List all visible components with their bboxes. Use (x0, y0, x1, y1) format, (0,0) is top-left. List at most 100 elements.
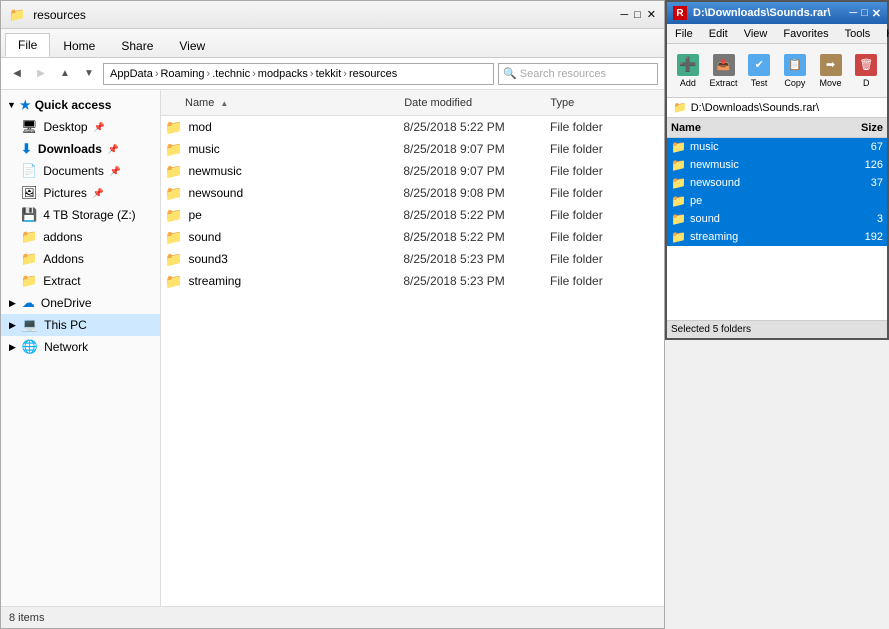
chevron-thispc-icon: ▶ (9, 320, 16, 331)
close-button[interactable]: ✕ (647, 8, 656, 21)
winrar-file-list: 📁 music 67 📁 newmusic 126 📁 newsound 37 … (667, 138, 887, 320)
sidebar-item-storage[interactable]: 💾 4 TB Storage (Z:) (1, 204, 160, 226)
address-path-bar[interactable]: AppData › Roaming › .technic › modpacks … (103, 63, 494, 85)
storage-label: 4 TB Storage (Z:) (43, 208, 135, 222)
table-row[interactable]: 📁 newsound 8/25/2018 9:08 PM File folder (161, 182, 664, 204)
folder-icon: 📁 (165, 251, 182, 268)
tab-file[interactable]: File (5, 33, 50, 57)
sidebar-item-documents[interactable]: 📄 Documents 📌 (1, 160, 160, 182)
file-type: File folder (550, 164, 660, 178)
wr-file-name-text: sound (690, 213, 720, 225)
col-header-type[interactable]: Type (550, 97, 660, 109)
sidebar-item-quick-access[interactable]: ▼ ★ Quick access (1, 94, 160, 116)
pictures-label: Pictures (44, 186, 87, 200)
table-row[interactable]: 📁 music 8/25/2018 9:07 PM File folder (161, 138, 664, 160)
network-label: Network (44, 340, 88, 354)
sidebar-item-onedrive[interactable]: ▶ ☁ OneDrive (1, 292, 160, 314)
path-tekkit: tekkit (316, 68, 342, 80)
table-row[interactable]: 📁 sound3 8/25/2018 5:23 PM File folder (161, 248, 664, 270)
folder-icon: 📁 (165, 141, 182, 158)
col-header-date[interactable]: Date modified (404, 97, 550, 109)
list-item[interactable]: 📁 pe (667, 192, 887, 210)
winrar-menu-tools[interactable]: Tools (837, 26, 879, 42)
sidebar-item-addons1[interactable]: 📁 addons (1, 226, 160, 248)
wr-folder-icon: 📁 (671, 194, 686, 208)
test-label: Test (751, 78, 768, 88)
sidebar-item-downloads[interactable]: ⬇ Downloads 📌 (1, 138, 160, 160)
list-item[interactable]: 📁 newmusic 126 (667, 156, 887, 174)
winrar-menu-file[interactable]: File (667, 26, 701, 42)
file-list-header: Name ▲ Date modified Type (161, 90, 664, 116)
table-row[interactable]: 📁 pe 8/25/2018 5:22 PM File folder (161, 204, 664, 226)
maximize-button[interactable]: □ (634, 8, 641, 21)
sidebar-item-this-pc[interactable]: ▶ 💻 This PC (1, 314, 160, 336)
pin-icon: 📌 (94, 122, 105, 133)
table-row[interactable]: 📁 sound 8/25/2018 5:22 PM File folder (161, 226, 664, 248)
tab-home[interactable]: Home (50, 34, 108, 57)
file-name-text: sound (188, 230, 221, 244)
status-bar: 8 items (1, 606, 664, 628)
file-type: File folder (550, 142, 660, 156)
table-row[interactable]: 📁 newmusic 8/25/2018 9:07 PM File folder (161, 160, 664, 182)
extract-icon: 📤 (713, 54, 735, 76)
list-item[interactable]: 📁 streaming 192 (667, 228, 887, 246)
quick-access-label: Quick access (35, 98, 112, 112)
file-date: 8/25/2018 9:07 PM (403, 142, 550, 156)
search-bar[interactable]: 🔍 Search resources (498, 63, 658, 85)
sidebar: ▼ ★ Quick access 🖥 Desktop 📌 ⬇ Downloads… (1, 90, 161, 606)
tab-share[interactable]: Share (108, 34, 166, 57)
file-name-text: sound3 (188, 252, 227, 266)
path-appdata: AppData (110, 68, 153, 80)
file-name-text: newsound (188, 186, 243, 200)
recent-button[interactable]: ▼ (79, 64, 99, 84)
sidebar-item-pictures[interactable]: 🖼 Pictures 📌 (1, 182, 160, 204)
forward-button[interactable]: ▶ (31, 64, 51, 84)
downloads-label: Downloads (38, 142, 102, 156)
folder-icon-addons1: 📁 (21, 229, 37, 245)
winrar-delete-button[interactable]: 🗑 D (849, 48, 883, 94)
winrar-add-button[interactable]: ➕ Add (671, 48, 705, 94)
up-button[interactable]: ▲ (55, 64, 75, 84)
sort-arrow: ▲ (220, 99, 228, 108)
onedrive-label: OneDrive (41, 296, 92, 310)
wr-file-name-text: streaming (690, 231, 738, 243)
pin-icon3: 📌 (110, 166, 121, 177)
wr-file-size: 37 (823, 177, 883, 189)
sidebar-item-extract[interactable]: 📁 Extract (1, 270, 160, 292)
winrar-copy-button[interactable]: 📋 Copy (778, 48, 812, 94)
winrar-close-btn[interactable]: ✕ (872, 7, 881, 20)
winrar-test-button[interactable]: ✔ Test (742, 48, 776, 94)
sidebar-item-network[interactable]: ▶ 🌐 Network (1, 336, 160, 358)
list-item[interactable]: 📁 newsound 37 (667, 174, 887, 192)
table-row[interactable]: 📁 streaming 8/25/2018 5:23 PM File folde… (161, 270, 664, 292)
file-type: File folder (550, 186, 660, 200)
winrar-menu-favorites[interactable]: Favorites (775, 26, 836, 42)
winrar-extract-button[interactable]: 📤 Extract (707, 48, 741, 94)
winrar-move-button[interactable]: ➡ Move (814, 48, 848, 94)
winrar-status-text: Selected 5 folders (671, 324, 751, 335)
folder-icon-extract: 📁 (21, 273, 37, 289)
sidebar-item-addons2[interactable]: 📁 Addons (1, 248, 160, 270)
table-row[interactable]: 📁 mod 8/25/2018 5:22 PM File folder (161, 116, 664, 138)
file-name-text: pe (188, 208, 201, 222)
wr-file-size: 192 (823, 231, 883, 243)
winrar-title-text: D:\Downloads\Sounds.rar\ (693, 7, 831, 19)
back-button[interactable]: ◀ (7, 64, 27, 84)
tab-view[interactable]: View (166, 34, 218, 57)
add-icon: ➕ (677, 54, 699, 76)
list-item[interactable]: 📁 sound 3 (667, 210, 887, 228)
minimize-button[interactable]: ─ (620, 8, 628, 21)
ribbon: File Home Share View (1, 29, 664, 58)
folder-icon: 📁 (165, 119, 182, 136)
winrar-minimize-btn[interactable]: ─ (849, 7, 857, 19)
list-item[interactable]: 📁 music 67 (667, 138, 887, 156)
winrar-menu-view[interactable]: View (736, 26, 776, 42)
file-date: 8/25/2018 5:22 PM (403, 230, 550, 244)
winrar-menu-help[interactable]: Help (878, 26, 889, 42)
file-type: File folder (550, 274, 660, 288)
winrar-menu-edit[interactable]: Edit (701, 26, 736, 42)
sidebar-item-desktop[interactable]: 🖥 Desktop 📌 (1, 116, 160, 138)
winrar-maximize-btn[interactable]: □ (861, 7, 868, 19)
col-header-name[interactable]: Name ▲ (165, 97, 404, 109)
file-type: File folder (550, 120, 660, 134)
